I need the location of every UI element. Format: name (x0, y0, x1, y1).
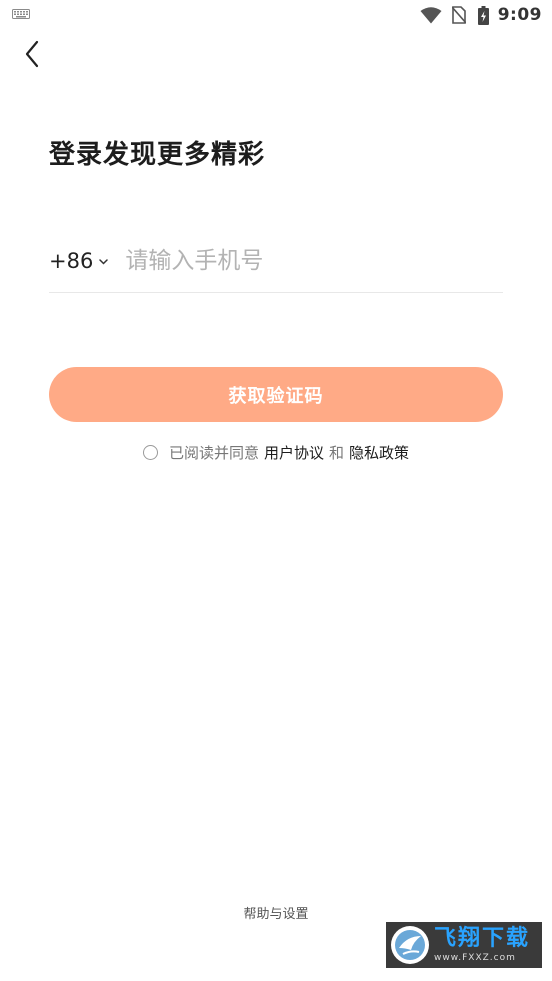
get-code-button[interactable]: 获取验证码 (49, 367, 503, 422)
keyboard-icon (12, 9, 30, 19)
status-bar: 9:09 (0, 0, 552, 30)
watermark-url: www.FXXZ.com (434, 953, 516, 963)
bird-logo-icon (391, 926, 429, 964)
agreement-radio[interactable] (142, 444, 158, 460)
status-time: 9:09 (497, 5, 542, 25)
phone-input-row: +86 (49, 230, 503, 293)
agreement-row: 已阅读并同意 用户协议 和 隐私政策 (0, 440, 552, 464)
privacy-policy-link[interactable]: 隐私政策 (349, 442, 409, 463)
help-settings-link[interactable]: 帮助与设置 (0, 903, 552, 922)
back-button[interactable] (14, 36, 50, 72)
back-arrow-icon (25, 40, 39, 68)
chevron-down-icon (99, 259, 109, 265)
watermark-title: 飞翔下载 (434, 926, 531, 951)
watermark-logo: 飞翔下载 www.FXXZ.com (386, 922, 542, 968)
wifi-icon (420, 6, 442, 23)
agreement-and: 和 (329, 443, 345, 462)
no-sim-icon (451, 6, 466, 24)
country-code-selector[interactable]: +86 (49, 249, 109, 273)
phone-number-input[interactable] (125, 248, 503, 274)
user-agreement-link[interactable]: 用户协议 (264, 442, 324, 463)
country-code-label: +86 (49, 249, 94, 273)
battery-charging-icon (477, 5, 489, 25)
agreement-prefix: 已阅读并同意 (168, 443, 259, 462)
page-title: 登录发现更多精彩 (49, 140, 266, 170)
